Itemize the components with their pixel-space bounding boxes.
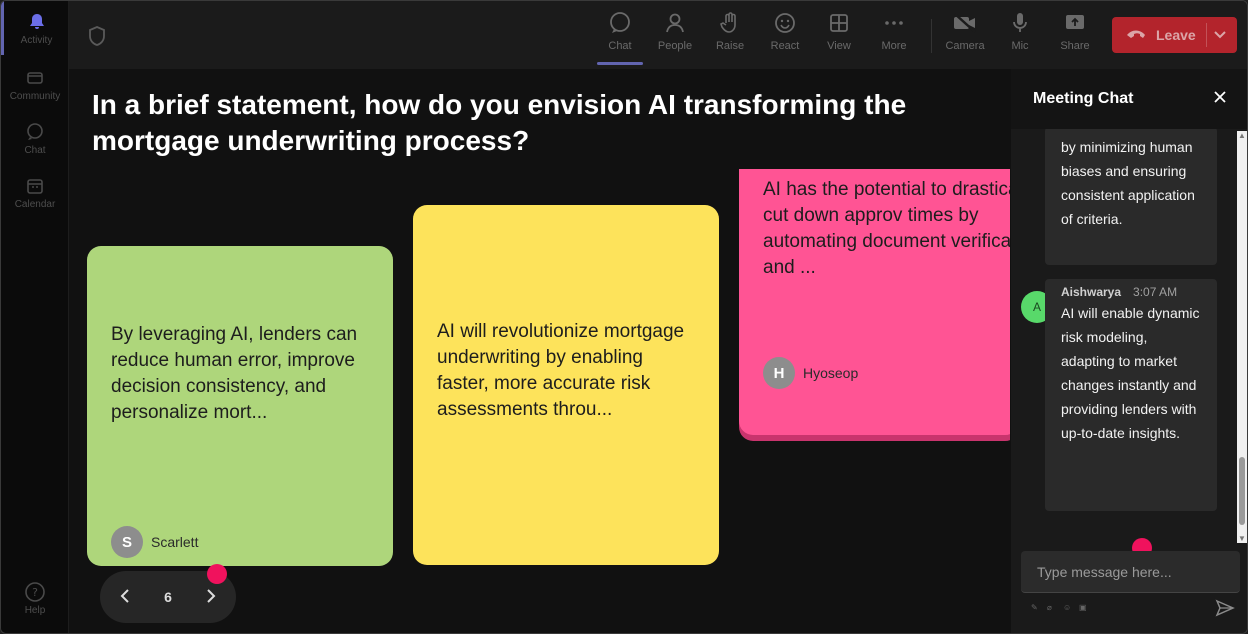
attach-icon[interactable]: ⌀ [1047, 603, 1055, 612]
toolbar-camera-button[interactable]: Camera [940, 11, 990, 61]
message-compose [1021, 551, 1240, 593]
cursor-indicator-dot [207, 564, 227, 584]
sender-name: Aishwarya [1061, 285, 1122, 299]
camera-off-icon [954, 13, 976, 33]
shield-icon[interactable] [87, 25, 107, 52]
help-icon: ? [24, 581, 46, 603]
rail-item-calendar[interactable]: Calendar [1, 165, 69, 219]
calendar-icon [24, 175, 46, 197]
meeting-toolbar: Chat People Raise React View More Camera [69, 1, 1247, 69]
meeting-window: Activity Community Chat Calendar ? Help [0, 0, 1248, 634]
response-card[interactable]: By leveraging AI, lenders can reduce hum… [87, 246, 393, 566]
toolbar-people-label: People [657, 40, 693, 52]
rail-item-help[interactable]: ? Help [1, 571, 69, 625]
toolbar-react-label: React [770, 40, 800, 52]
toolbar-more-label: More [881, 40, 907, 52]
message-text: AI will enable dynamic risk modeling, ad… [1061, 305, 1200, 441]
react-icon [775, 13, 795, 33]
hang-up-icon [1126, 27, 1146, 43]
card-text: AI has the potential to drastically cut … [763, 179, 1010, 278]
rail-item-community[interactable]: Community [1, 57, 69, 111]
chat-header: Meeting Chat [1011, 69, 1247, 129]
rail-item-chat[interactable]: Chat [1, 111, 69, 165]
svg-text:?: ? [32, 586, 38, 599]
leave-button[interactable]: Leave [1112, 17, 1237, 53]
leave-label: Leave [1156, 27, 1196, 43]
avatar: H [763, 357, 795, 389]
scrollbar-thumb[interactable] [1239, 457, 1245, 525]
response-card[interactable]: AI will revolutionize mortgage underwrit… [413, 205, 719, 565]
toolbar-share-button[interactable]: Share [1050, 11, 1100, 61]
avatar: S [111, 526, 143, 558]
community-icon [24, 67, 46, 89]
chat-icon [610, 12, 630, 33]
rail-label-help: Help [24, 604, 46, 616]
chat-scrollbar[interactable]: ▲ ▼ [1237, 131, 1247, 543]
emoji-icon[interactable]: ☺ [1063, 603, 1071, 612]
toolbar-react-button[interactable]: React [760, 11, 810, 61]
toolbar-people-button[interactable]: People [650, 11, 700, 61]
message-meta: Aishwarya 3:07 AM [1061, 285, 1201, 299]
rail-label-activity: Activity [20, 34, 53, 46]
rail-label-chat: Chat [24, 144, 46, 156]
card-text: By leveraging AI, lenders can reduce hum… [111, 324, 358, 423]
gif-icon[interactable]: ▣ [1079, 603, 1087, 612]
chevron-right-icon[interactable] [204, 588, 218, 607]
scroll-up-icon[interactable]: ▲ [1238, 131, 1246, 140]
chat-message: Aishwarya 3:07 AM AI will enable dynamic… [1045, 279, 1217, 511]
chat-icon [24, 121, 46, 143]
rail-label-community: Community [9, 90, 61, 102]
people-icon [666, 13, 684, 33]
author-name: Scarlett [151, 534, 199, 550]
format-icon[interactable]: ✎ [1031, 603, 1039, 612]
meeting-chat-panel: Meeting Chat by minimizing human biases … [1010, 69, 1247, 633]
left-rail: Activity Community Chat Calendar ? Help [1, 1, 69, 633]
message-input[interactable] [1037, 563, 1224, 580]
more-icon [885, 21, 903, 25]
mic-icon [1013, 13, 1027, 32]
send-icon[interactable] [1215, 599, 1235, 622]
toolbar-divider [931, 19, 932, 53]
toolbar-raise-label: Raise [715, 40, 745, 52]
toolbar-more-button[interactable]: More [869, 11, 919, 61]
message-text: by minimizing human biases and ensuring … [1061, 139, 1195, 227]
toolbar-mic-label: Mic [1011, 40, 1029, 52]
avatar-initial: A [1032, 300, 1041, 314]
chevron-down-icon[interactable] [1213, 27, 1227, 44]
toolbar-share-label: Share [1060, 40, 1090, 52]
view-icon [830, 14, 848, 32]
raise-hand-icon [720, 12, 736, 33]
chevron-left-icon[interactable] [118, 588, 132, 607]
format-toolbar: ✎ ⌀ ☺ ▣ [1031, 603, 1087, 612]
toolbar-view-button[interactable]: View [814, 11, 864, 61]
card-text: AI will revolutionize mortgage underwrit… [437, 321, 685, 420]
chat-messages: by minimizing human biases and ensuring … [1011, 129, 1247, 541]
toolbar-view-label: View [827, 40, 851, 52]
author-name: Hyoseop [803, 365, 859, 381]
bell-icon [26, 11, 48, 33]
rail-label-calendar: Calendar [14, 198, 56, 210]
toolbar-chat-button[interactable]: Chat [595, 11, 645, 65]
message-time: 3:07 AM [1133, 285, 1178, 299]
toolbar-chat-label: Chat [608, 40, 632, 52]
toolbar-camera-label: Camera [945, 40, 985, 52]
close-icon[interactable] [1213, 90, 1227, 109]
toolbar-mic-button[interactable]: Mic [995, 11, 1045, 61]
chat-title: Meeting Chat [1033, 90, 1134, 107]
card-author: S Scarlett [111, 526, 198, 558]
active-tab-indicator [597, 62, 643, 65]
rail-item-activity[interactable]: Activity [1, 1, 69, 55]
page-number: 6 [164, 589, 172, 605]
toolbar-raise-button[interactable]: Raise [705, 11, 755, 61]
scroll-down-icon[interactable]: ▼ [1238, 534, 1246, 543]
presentation-stage: In a brief statement, how do you envisio… [69, 69, 1010, 633]
share-icon [1066, 15, 1084, 29]
leave-divider [1206, 23, 1207, 47]
chat-message: by minimizing human biases and ensuring … [1045, 129, 1217, 265]
question-title: In a brief statement, how do you envisio… [92, 89, 907, 156]
card-author: H Hyoseop [763, 357, 858, 389]
response-card[interactable]: AI has the potential to drastically cut … [739, 169, 1010, 435]
